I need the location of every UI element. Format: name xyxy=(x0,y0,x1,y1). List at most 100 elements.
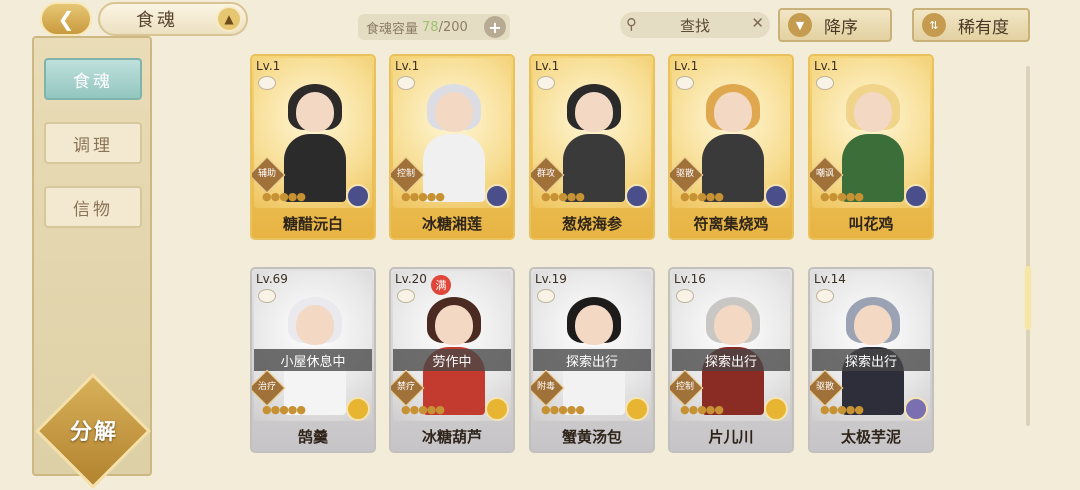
star-rating: ●●●●● xyxy=(401,190,445,203)
chat-bubble-icon xyxy=(676,289,694,303)
rarity-icon: ⇅ xyxy=(922,13,946,37)
sidebar-item-keepsake[interactable]: 信物 xyxy=(44,186,142,228)
card-status: 小屋休息中 xyxy=(254,349,372,371)
sort-down-icon: ▼ xyxy=(788,13,812,37)
full-badge: 满 xyxy=(431,275,451,295)
character-face xyxy=(296,92,334,132)
star-rating: ●●●●● xyxy=(262,403,306,416)
card-level: Lv.1 xyxy=(814,59,839,73)
card-name: 冰糖葫芦 xyxy=(421,428,482,446)
search-icon: ⚲ xyxy=(626,15,637,33)
food-soul-card[interactable]: Lv.16 探索出行 控制 ●●●●● 片儿川 xyxy=(668,267,794,453)
character-face xyxy=(854,92,892,132)
character-figure xyxy=(836,80,908,202)
back-arrow-icon: ❮ xyxy=(57,7,75,31)
card-role: 群攻 xyxy=(536,169,555,179)
capacity-total: /200 xyxy=(438,19,468,35)
card-name: 冰糖湘莲 xyxy=(421,215,482,233)
element-icon xyxy=(625,397,649,421)
character-face xyxy=(435,92,473,132)
food-soul-card[interactable]: Lv.1 驱散 ●●●●● 符离集烧鸡 xyxy=(668,54,794,240)
card-name: 葱烧海参 xyxy=(561,215,622,233)
top-bar: ❮ 食魂 ▲ 食魂容量 78 /200 + ⚲ 查找 ✕ ▼ 降序 ⇅ 稀有度 xyxy=(0,0,1080,42)
card-role: 治疗 xyxy=(257,382,276,392)
food-soul-card[interactable]: Lv.1 嘲讽 ●●●●● 叫花鸡 xyxy=(808,54,934,240)
card-level: Lv.69 xyxy=(256,272,288,286)
scrollbar-thumb[interactable] xyxy=(1025,266,1031,330)
card-role: 禁疗 xyxy=(396,382,415,392)
food-soul-card[interactable]: Lv.14 探索出行 驱散 ●●●●● 太极芋泥 xyxy=(808,267,934,453)
clear-icon[interactable]: ✕ xyxy=(751,14,764,32)
card-level: Lv.1 xyxy=(674,59,699,73)
card-status: 探索出行 xyxy=(812,349,930,371)
scrollbar[interactable] xyxy=(1025,66,1031,426)
card-name: 太极芋泥 xyxy=(840,428,901,446)
character-figure xyxy=(278,80,350,202)
food-soul-card[interactable]: Lv.20 满 劳作中 禁疗 ●●●●● 冰糖葫芦 xyxy=(389,267,515,453)
card-status: 探索出行 xyxy=(533,349,651,371)
capacity-count: 78 xyxy=(422,19,439,35)
star-rating: ●●●●● xyxy=(680,190,724,203)
rarity-filter-button[interactable]: ⇅ 稀有度 xyxy=(912,8,1030,42)
sidebar-item-cultivate[interactable]: 调理 xyxy=(44,122,142,164)
card-level: Lv.14 xyxy=(814,272,846,286)
element-icon xyxy=(485,397,509,421)
chat-bubble-icon xyxy=(397,289,415,303)
decompose-label[interactable]: 分解 xyxy=(58,414,130,446)
character-face xyxy=(435,305,473,345)
card-role: 驱散 xyxy=(815,382,834,392)
element-icon xyxy=(346,184,370,208)
star-rating: ●●●●● xyxy=(820,403,864,416)
character-figure xyxy=(696,80,768,202)
food-soul-card[interactable]: Lv.69 小屋休息中 治疗 ●●●●● 鹄羹 xyxy=(250,267,376,453)
character-face xyxy=(296,305,334,345)
star-rating: ●●●●● xyxy=(680,403,724,416)
chat-bubble-icon xyxy=(258,289,276,303)
star-rating: ●●●●● xyxy=(820,190,864,203)
chat-bubble-icon xyxy=(816,289,834,303)
food-soul-card[interactable]: Lv.1 控制 ●●●●● 冰糖湘莲 xyxy=(389,54,515,240)
card-name: 叫花鸡 xyxy=(848,215,894,233)
search-input[interactable]: ⚲ 查找 ✕ xyxy=(620,12,770,38)
chat-bubble-icon xyxy=(537,76,555,90)
character-figure xyxy=(557,80,629,202)
add-capacity-button[interactable]: + xyxy=(484,16,506,38)
element-icon xyxy=(625,184,649,208)
element-icon xyxy=(904,184,928,208)
chat-bubble-icon xyxy=(258,76,276,90)
chat-bubble-icon xyxy=(816,76,834,90)
card-name: 糖醋沅白 xyxy=(282,215,343,233)
card-status: 劳作中 xyxy=(393,349,511,371)
star-rating: ●●●●● xyxy=(541,403,585,416)
food-soul-card[interactable]: Lv.19 探索出行 附毒 ●●●●● 蟹黄汤包 xyxy=(529,267,655,453)
card-level: Lv.1 xyxy=(256,59,281,73)
star-rating: ●●●●● xyxy=(262,190,306,203)
card-level: Lv.1 xyxy=(535,59,560,73)
food-soul-card[interactable]: Lv.1 群攻 ●●●●● 葱烧海参 xyxy=(529,54,655,240)
search-label: 查找 xyxy=(679,16,710,35)
card-status: 探索出行 xyxy=(672,349,790,371)
card-level: Lv.16 xyxy=(674,272,706,286)
card-name: 片儿川 xyxy=(708,428,754,446)
character-face xyxy=(575,305,613,345)
card-name: 蟹黄汤包 xyxy=(561,428,622,446)
card-name: 符离集烧鸡 xyxy=(693,215,769,233)
element-icon xyxy=(904,397,928,421)
card-role: 辅助 xyxy=(257,169,276,179)
element-icon xyxy=(485,184,509,208)
element-icon xyxy=(764,397,788,421)
sort-label: 降序 xyxy=(824,17,858,38)
food-soul-card[interactable]: Lv.1 辅助 ●●●●● 糖醋沅白 xyxy=(250,54,376,240)
character-face xyxy=(714,92,752,132)
card-level: Lv.1 xyxy=(395,59,420,73)
card-role: 附毒 xyxy=(536,382,555,392)
character-face xyxy=(575,92,613,132)
card-role: 控制 xyxy=(675,382,694,392)
character-figure xyxy=(417,80,489,202)
sort-order-button[interactable]: ▼ 降序 xyxy=(778,8,892,42)
back-button[interactable]: ❮ xyxy=(40,2,92,36)
sidebar-item-food-soul[interactable]: 食魂 xyxy=(44,58,142,100)
card-level: Lv.19 xyxy=(535,272,567,286)
character-face xyxy=(854,305,892,345)
card-name: 鹄羹 xyxy=(297,428,328,446)
